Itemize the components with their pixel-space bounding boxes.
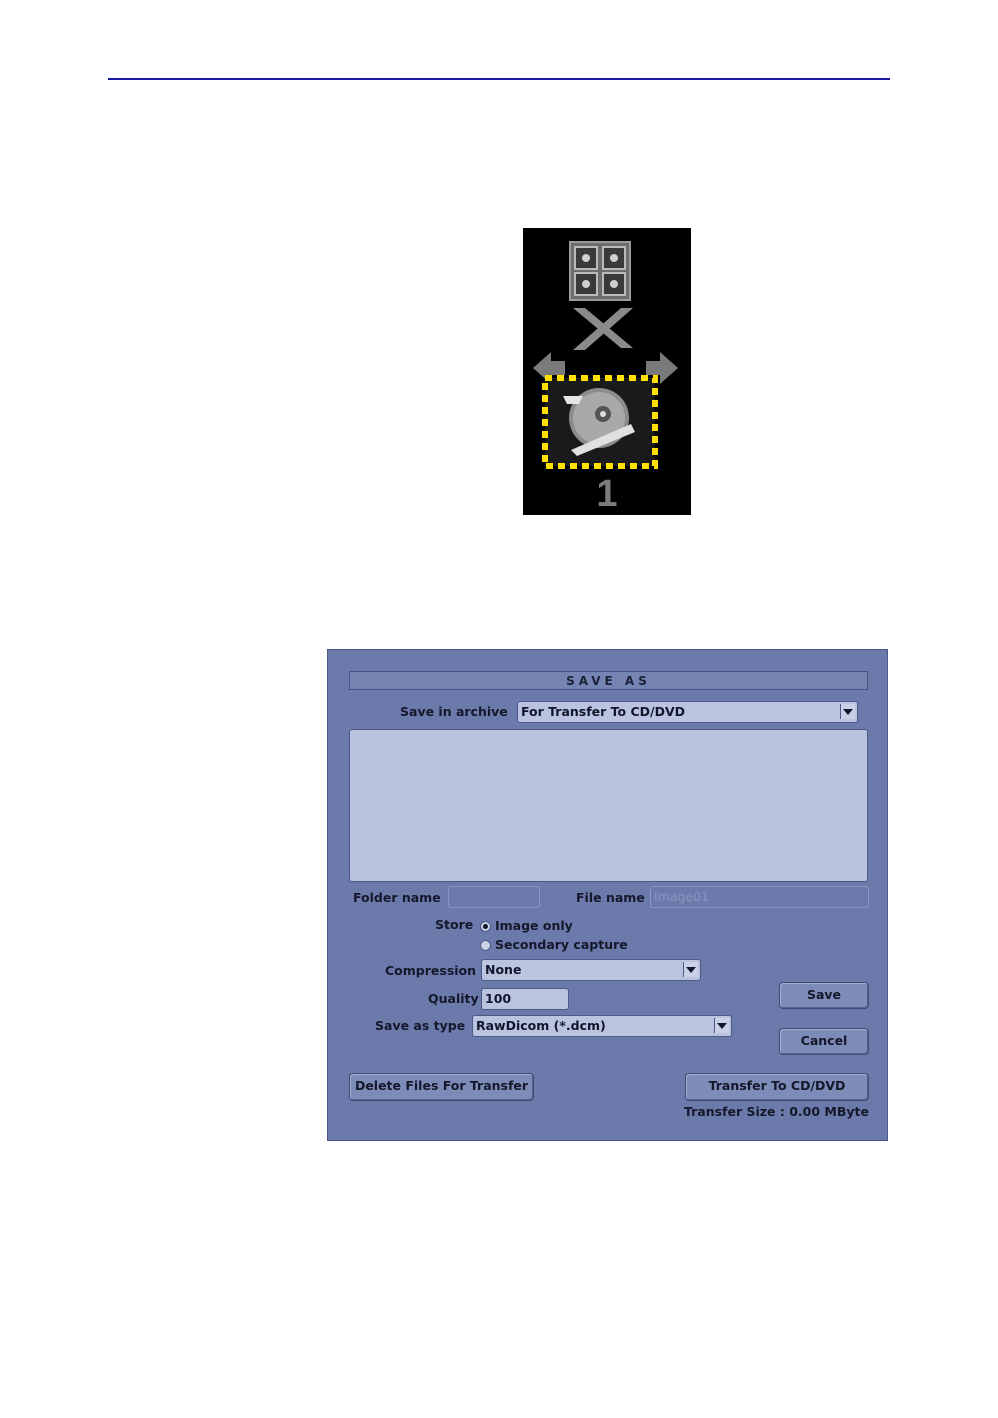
chevron-down-icon[interactable] [714,1018,729,1033]
chevron-down-icon[interactable] [683,962,698,977]
grid-icon [569,241,631,301]
quality-input[interactable]: 100 [481,988,569,1010]
transfer-icon-panel: 1 [523,228,691,515]
chevron-down-icon[interactable] [840,704,855,719]
save-in-archive-value: For Transfer To CD/DVD [521,704,686,719]
archive-transfer-icon [533,241,678,469]
save-as-type-dropdown[interactable]: RawDicom (*.dcm) [472,1015,732,1037]
transfer-size-label: Transfer Size : 0.00 MByte [683,1104,869,1119]
dialog-title: SAVE AS [349,671,868,690]
transfer-to-cd-button[interactable]: Transfer To CD/DVD [685,1073,869,1101]
store-secondary-capture-radio[interactable] [480,940,491,951]
compression-dropdown[interactable]: None [481,959,701,981]
compression-value: None [485,962,522,977]
compression-label: Compression [385,963,477,978]
save-in-archive-dropdown[interactable]: For Transfer To CD/DVD [517,701,858,723]
save-as-dialog: SAVE AS Save in archive For Transfer To … [327,649,888,1141]
save-in-archive-label: Save in archive [400,704,508,719]
store-image-only-radio[interactable] [480,921,491,932]
file-name-label: File name [576,890,645,905]
quality-label: Quality [428,991,479,1006]
delete-files-button[interactable]: Delete Files For Transfer [349,1073,534,1101]
store-option-label: Secondary capture [495,937,628,952]
save-as-type-value: RawDicom (*.dcm) [476,1018,606,1033]
x-icon [573,308,633,350]
store-option-label: Image only [495,918,573,933]
counter-label: 1 [596,473,618,515]
save-button[interactable]: Save [779,982,869,1009]
cancel-button[interactable]: Cancel [779,1028,869,1055]
file-name-field[interactable]: Image01 [650,886,869,908]
folder-name-field[interactable] [448,886,540,908]
archive-file-list[interactable] [349,729,868,882]
store-label: Store [435,917,474,932]
save-as-type-label: Save as type [375,1018,466,1033]
folder-name-label: Folder name [353,890,441,905]
header-rule [108,78,890,80]
